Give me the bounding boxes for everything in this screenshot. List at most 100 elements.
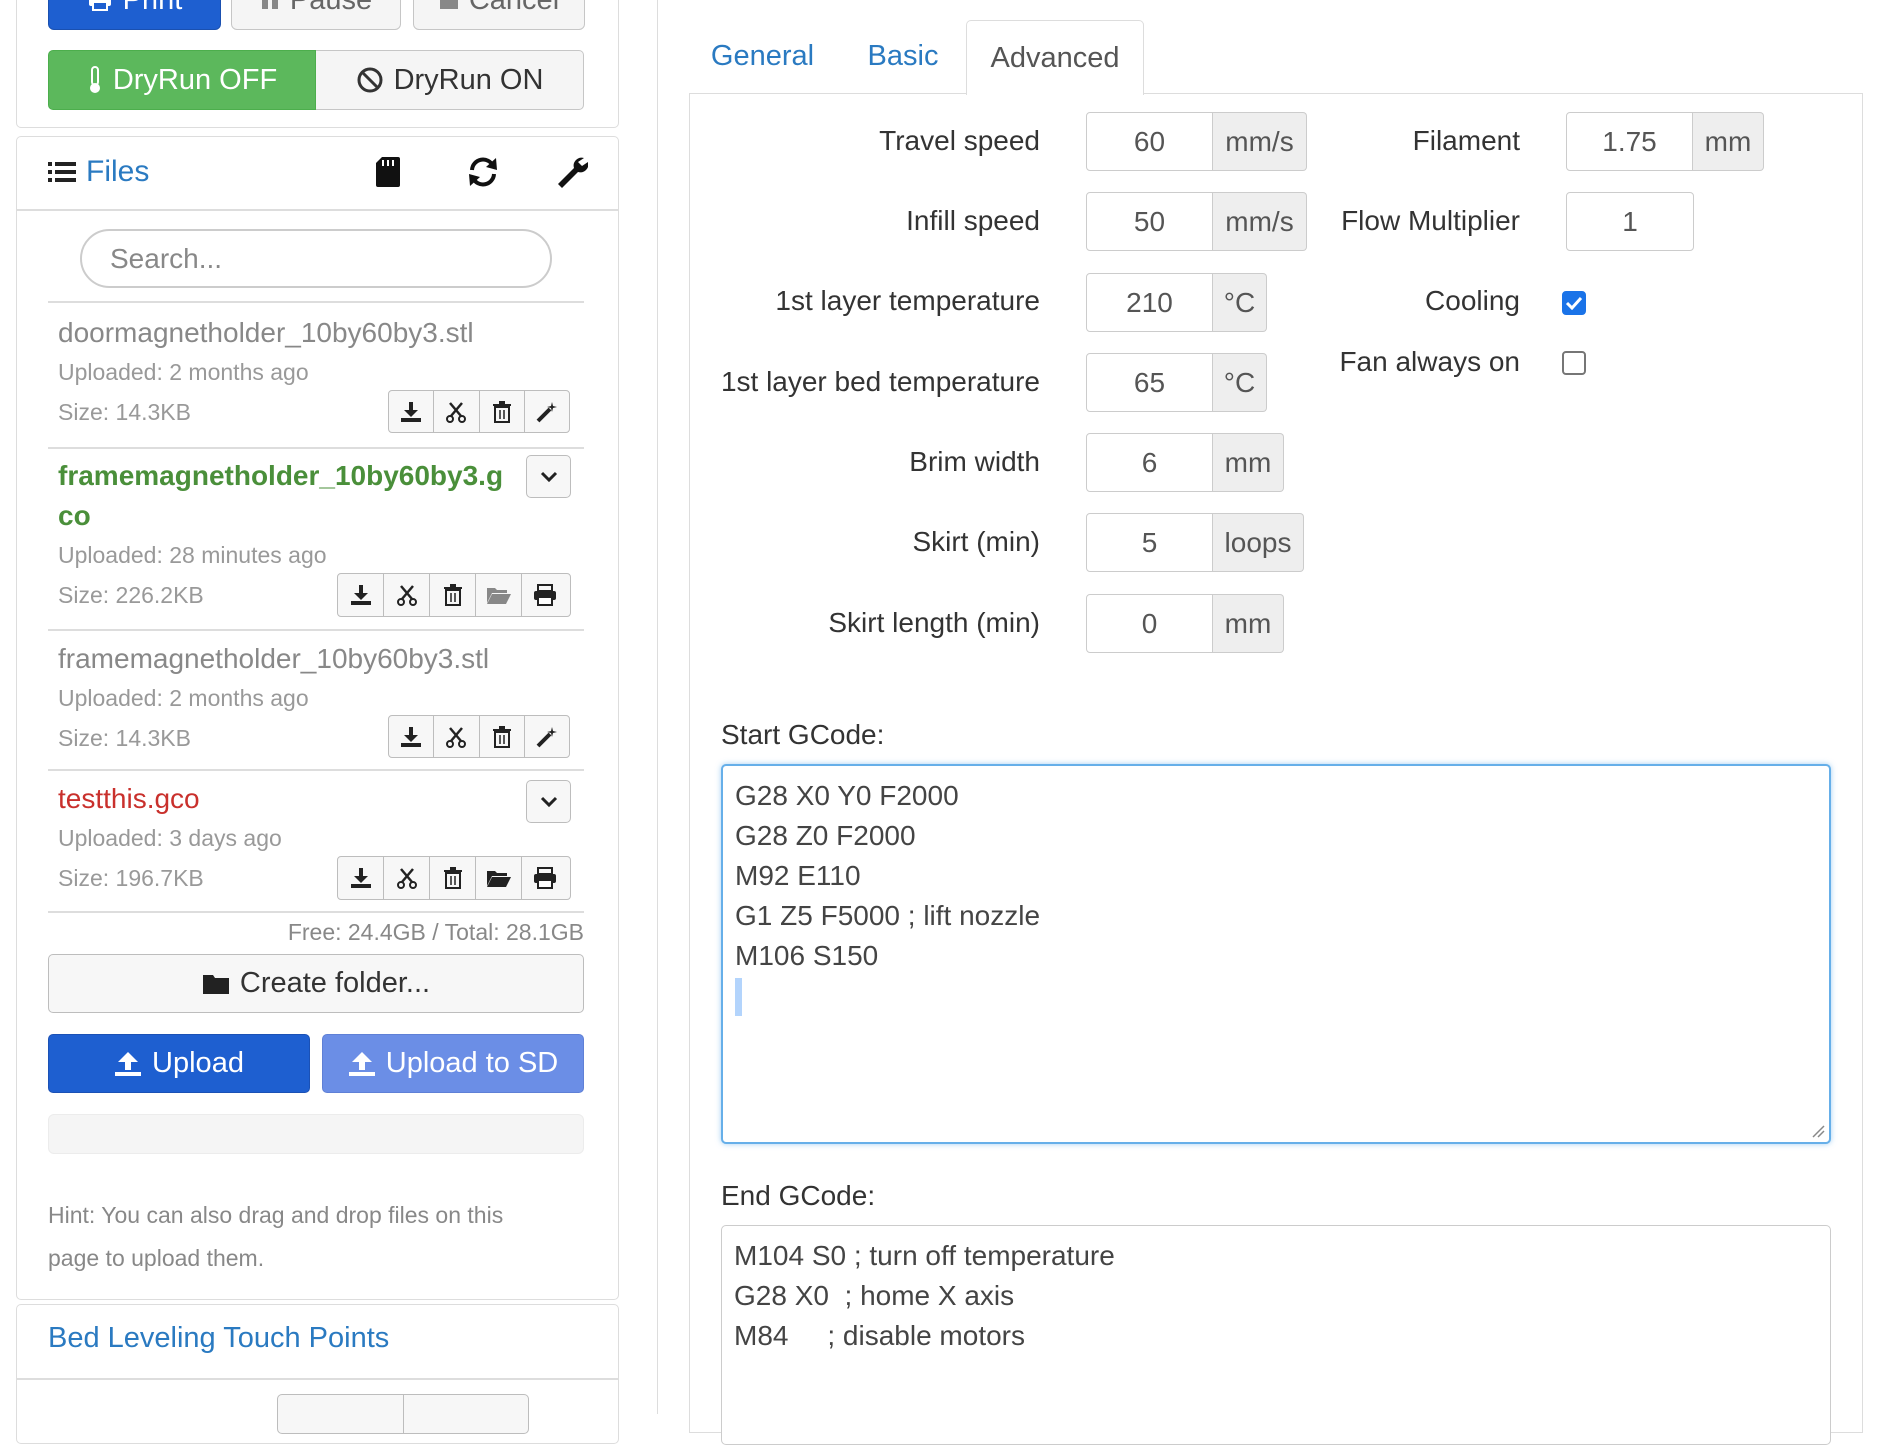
scissors-icon[interactable] <box>384 574 430 616</box>
scissors-icon[interactable] <box>434 391 480 432</box>
gcode-line: G28 X0 ; home X axis <box>734 1280 1015 1311</box>
file-actions <box>337 573 571 617</box>
end-gcode-label: End GCode: <box>721 1180 876 1211</box>
brim-width-input[interactable]: 6 <box>1086 433 1213 492</box>
dryrun-off-label: DryRun OFF <box>112 63 278 96</box>
download-icon[interactable] <box>389 716 435 757</box>
resize-handle-icon[interactable] <box>1811 1124 1825 1138</box>
skirt-length-min-input[interactable]: 0 <box>1086 594 1213 653</box>
print-button[interactable]: Print <box>48 0 221 30</box>
upload-button[interactable]: Upload <box>48 1034 310 1093</box>
first-layer-temp-input[interactable]: 210 <box>1086 273 1213 332</box>
files-header-divider <box>16 209 619 211</box>
storage-info: Free: 24.4GB / Total: 28.1GB <box>287 919 584 945</box>
download-icon[interactable] <box>338 574 384 616</box>
folder-open-icon[interactable] <box>476 857 522 899</box>
filament-input[interactable]: 1.75 <box>1566 112 1693 171</box>
file-name[interactable]: testthis.gco <box>58 783 200 815</box>
file-menu-toggle[interactable] <box>526 780 571 823</box>
files-title: Files <box>86 155 150 188</box>
file-uploaded: Uploaded: 2 months ago <box>58 359 309 385</box>
file-actions <box>337 856 571 900</box>
create-folder-label: Create folder... <box>239 967 431 999</box>
magic-wand-icon[interactable] <box>525 716 569 757</box>
gcode-line: G28 Z0 F2000 <box>735 820 916 851</box>
filament-unit: mm <box>1693 112 1764 171</box>
cooling-checkbox[interactable] <box>1562 291 1586 315</box>
upload-to-sd-button[interactable]: Upload to SD <box>322 1034 584 1093</box>
dryrun-on-button[interactable]: DryRun ON <box>316 50 584 110</box>
file-size: Size: 14.3KB <box>58 399 191 425</box>
upload-progress-bar <box>48 1114 584 1154</box>
brim-width-unit: mm <box>1213 433 1284 492</box>
download-icon[interactable] <box>338 857 384 899</box>
dryrun-off-button[interactable]: DryRun OFF <box>48 50 316 110</box>
skirt-length-min-unit: mm <box>1213 594 1284 653</box>
pause-label: Pause <box>290 0 372 17</box>
end-gcode-textarea[interactable]: M104 S0 ; turn off temperature G28 X0 ; … <box>721 1225 1831 1445</box>
flow-multiplier-input[interactable]: 1 <box>1566 192 1694 251</box>
pause-button[interactable]: Pause <box>231 0 401 30</box>
column-separator <box>657 0 658 1414</box>
file-actions <box>388 715 570 758</box>
start-gcode-label: Start GCode: <box>721 719 885 750</box>
first-layer-temp-unit: °C <box>1213 273 1267 332</box>
folder-open-icon[interactable] <box>476 574 522 616</box>
thermometer-icon <box>89 66 100 93</box>
cancel-button[interactable]: Cancel <box>413 0 585 30</box>
print-icon[interactable] <box>522 857 567 899</box>
first-layer-bed-temp-unit: °C <box>1213 353 1267 412</box>
travel-speed-unit: mm/s <box>1213 112 1307 171</box>
trash-icon[interactable] <box>430 574 476 616</box>
file-divider <box>48 447 584 449</box>
file-menu-toggle[interactable] <box>526 455 571 498</box>
file-name[interactable]: framemagnetholder_10by60by3.stl <box>58 643 489 675</box>
gcode-line: M92 E110 <box>735 860 861 891</box>
file-uploaded: Uploaded: 2 months ago <box>58 685 309 711</box>
chevron-down-icon <box>540 471 557 482</box>
first-layer-temp-label: 1st layer temperature <box>775 285 1040 316</box>
cooling-label: Cooling <box>1425 285 1520 316</box>
trash-icon[interactable] <box>480 391 525 432</box>
trash-icon[interactable] <box>430 857 476 899</box>
search-input[interactable] <box>80 229 552 288</box>
bed-leveling-button-group[interactable] <box>277 1394 529 1434</box>
sd-card-icon[interactable] <box>376 157 400 187</box>
first-layer-bed-temp-label: 1st layer bed temperature <box>720 366 1040 397</box>
start-gcode-textarea[interactable]: G28 X0 Y0 F2000 G28 Z0 F2000 M92 E110 G1… <box>721 764 1831 1144</box>
file-uploaded: Uploaded: 3 days ago <box>58 825 282 851</box>
magic-wand-icon[interactable] <box>525 391 569 432</box>
scissors-icon[interactable] <box>384 857 430 899</box>
files-header[interactable]: Files <box>48 152 248 192</box>
tab-advanced[interactable]: Advanced <box>966 20 1144 95</box>
first-layer-bed-temp-input[interactable]: 65 <box>1086 353 1213 412</box>
tab-basic[interactable]: Basic <box>848 20 958 92</box>
file-name[interactable]: doormagnetholder_10by60by3.stl <box>58 317 474 349</box>
file-divider <box>48 769 584 771</box>
skirt-length-min-label: Skirt length (min) <box>828 607 1040 638</box>
travel-speed-label: Travel speed <box>879 125 1040 156</box>
wrench-icon[interactable] <box>554 154 588 188</box>
bed-leveling-title[interactable]: Bed Leveling Touch Points <box>48 1322 389 1355</box>
skirt-min-input[interactable]: 5 <box>1086 513 1213 572</box>
brim-width-label: Brim width <box>909 446 1040 477</box>
gcode-line: M104 S0 ; turn off temperature <box>734 1240 1115 1271</box>
gcode-line: G28 X0 Y0 F2000 <box>735 780 959 811</box>
gcode-line: G1 Z5 F5000 ; lift nozzle <box>735 900 1041 931</box>
cancel-label: Cancel <box>469 0 559 17</box>
fan-always-on-checkbox[interactable] <box>1562 351 1586 375</box>
upload-icon <box>348 1051 375 1076</box>
refresh-icon[interactable] <box>466 155 500 189</box>
print-icon[interactable] <box>522 574 567 616</box>
files-list-top-divider <box>48 301 584 303</box>
download-icon[interactable] <box>389 391 435 432</box>
infill-speed-input[interactable]: 50 <box>1086 192 1213 251</box>
file-name[interactable]: framemagnetholder_10by60by3.gco <box>58 456 514 536</box>
scissors-icon[interactable] <box>434 716 480 757</box>
create-folder-button[interactable]: Create folder... <box>48 954 584 1013</box>
stop-icon <box>439 0 458 9</box>
trash-icon[interactable] <box>480 716 525 757</box>
tab-general[interactable]: General <box>695 20 830 92</box>
infill-speed-label: Infill speed <box>906 205 1040 236</box>
travel-speed-input[interactable]: 60 <box>1086 112 1213 171</box>
